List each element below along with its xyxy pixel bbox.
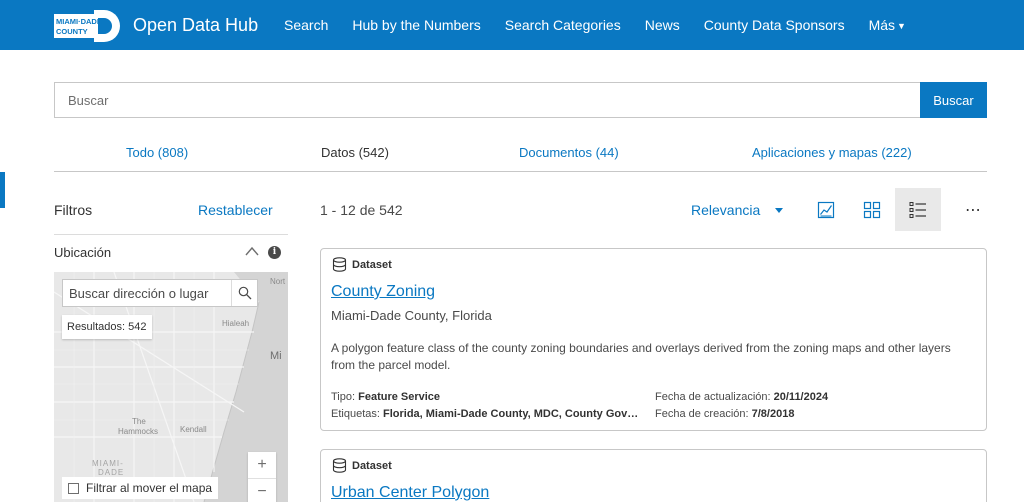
meta-created-value: 7/8/2018 [751,408,795,420]
filter-on-move-label: Filtrar al mover el mapa [86,481,213,495]
grid-view-icon [863,201,881,218]
card-type-badge: Dataset [332,458,392,473]
site-title[interactable]: Open Data Hub [133,15,258,36]
list-view-icon [909,201,926,218]
card-meta-created: Fecha de creación: 7/8/2018 [655,408,794,420]
logo-text-line1: MIAMI·DADE [56,17,102,26]
active-tab-indicator [265,33,444,36]
map-address-input[interactable] [63,280,231,306]
map-zoom-controls: + − [248,452,276,502]
info-icon[interactable]: i [268,246,281,259]
location-map[interactable]: Resultados: 542 Nort Hialeah Mi The Hamm… [54,272,288,502]
search-input[interactable] [54,82,920,118]
filter-on-move-checkbox[interactable] [68,482,79,494]
zoom-in-button[interactable]: + [248,452,276,478]
results-count: 1 - 12 de 542 [320,202,403,218]
card-title-link[interactable]: County Zoning [331,283,435,301]
sort-dropdown[interactable]: Relevancia [691,202,760,218]
card-title-link[interactable]: Urban Center Polygon [331,484,489,502]
logo-text-line2: COUNTY [56,27,88,36]
map-label-kendall: Kendall [180,425,207,434]
filters-title: Filtros [54,202,93,218]
search-bar: Buscar [54,82,987,118]
meta-created-label: Fecha de creación: [655,408,749,420]
map-label-hammocks: Hammocks [118,427,159,436]
card-type-badge: Dataset [332,257,392,272]
map-label-miami: Mi [270,350,282,362]
database-icon [332,458,347,473]
caret-down-icon: ▼ [897,21,906,31]
meta-tags-label: Etiquetas: [331,408,380,420]
nav-county-data-sponsors[interactable]: County Data Sponsors [704,17,845,33]
tab-apps-and-maps[interactable]: Aplicaciones y mapas (222) [752,145,912,160]
card-description: A polygon feature class of the county zo… [331,341,951,372]
list-view-button[interactable] [895,188,941,231]
nav-more-dropdown[interactable]: Más ▼ [869,17,906,33]
map-search-button[interactable] [231,280,257,306]
map-label-north: Nort [270,277,286,286]
grid-view-button[interactable] [849,188,895,231]
result-card: Dataset Urban Center Polygon [320,449,987,502]
card-meta-type: Tipo: Feature Service [331,391,440,403]
more-options-icon[interactable]: ⋯ [950,188,996,231]
tab-documents[interactable]: Documentos (44) [519,145,619,160]
nav-hub-by-the-numbers[interactable]: Hub by the Numbers [352,17,480,33]
search-icon [238,286,251,300]
filters-divider [54,234,288,235]
caret-down-icon [775,208,783,213]
nav-search-categories[interactable]: Search Categories [505,17,621,33]
location-filter-title: Ubicación [54,245,112,260]
reset-filters-link[interactable]: Restablecer [198,202,273,218]
tab-all[interactable]: Todo (808) [126,145,188,160]
nav-news[interactable]: News [645,17,680,33]
database-icon [332,257,347,272]
card-meta-tags: Etiquetas: Florida, Miami-Dade County, M… [331,408,638,420]
map-label-hialeah: Hialeah [222,319,250,328]
meta-type-value: Feature Service [358,391,441,403]
meta-tags-value: Florida, Miami-Dade County, MDC, County … [382,408,639,420]
card-owner: Miami-Dade County, Florida [331,308,492,323]
meta-updated-label: Fecha de actualización: [655,391,771,403]
card-type-label: Dataset [352,258,392,271]
filter-on-map-move[interactable]: Filtrar al mover el mapa [62,477,219,499]
search-button[interactable]: Buscar [920,82,987,118]
meta-updated-value: 20/11/2024 [773,391,829,403]
result-tabs: Todo (808) Datos (542) Documentos (44) A… [54,136,987,172]
map-results-count: Resultados: 542 [62,315,152,339]
tab-data[interactable]: Datos (542) [321,145,389,160]
card-meta-updated: Fecha de actualización: 20/11/2024 [655,391,828,403]
card-type-label: Dataset [352,459,392,472]
main-nav: Search Hub by the Numbers Search Categor… [284,17,930,33]
map-label-miami-dade-2: DADE [98,468,125,477]
nav-search[interactable]: Search [284,17,328,33]
top-header: MIAMI·DADE COUNTY Open Data Hub Search H… [0,0,1024,50]
chart-view-icon [817,201,835,218]
chart-view-button[interactable] [803,188,849,231]
result-card: Dataset County Zoning Miami-Dade County,… [320,248,987,431]
left-edge-marker [0,172,5,208]
meta-type-label: Tipo: [331,391,356,403]
zoom-out-button[interactable]: − [248,478,276,502]
map-label-the: The [132,417,146,426]
chevron-up-icon[interactable] [244,244,260,258]
map-address-search [62,279,258,307]
miami-dade-logo[interactable]: MIAMI·DADE COUNTY [54,10,120,42]
map-label-miami-dade-1: MIAMI- [92,459,124,468]
nav-more-label: Más [868,17,896,33]
